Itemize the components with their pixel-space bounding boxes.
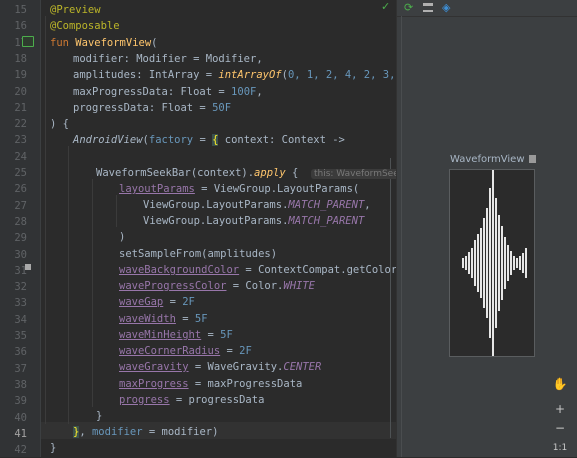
line-number: 41 (14, 427, 27, 440)
waveform-bar (522, 253, 524, 273)
gutter-separator (40, 0, 41, 457)
line-number: 40 (14, 411, 27, 424)
line-number: 37 (14, 362, 27, 375)
line-number: 33 (14, 297, 27, 310)
code-line-31: waveBackgroundColor = ContextCompat.getC… (119, 264, 423, 276)
waveform-bar (480, 228, 482, 298)
code-editor[interactable]: 15 16 17 18 19 20 21 22 23 24 25 26 27 28 29 30 31 32 33 34… (0, 0, 427, 457)
code-line-23: AndroidView(factory = { context: Context… (73, 134, 345, 146)
waveform-bar (486, 208, 488, 318)
code-line-34: waveWidth = 5F (119, 313, 208, 325)
code-line-25: WaveformSeekBar(context).apply { this: W… (96, 165, 423, 181)
line-number: 38 (14, 378, 27, 391)
indent-guide (116, 195, 117, 227)
waveform-bar (525, 248, 527, 278)
code-line-22: ) { (50, 118, 69, 130)
indent-guide (68, 146, 69, 424)
waveform-bar (513, 256, 515, 270)
code-line-17: fun WaveformView( (50, 37, 158, 49)
line-number: 30 (14, 248, 27, 261)
line-number: 16 (14, 20, 27, 33)
line-number: 21 (14, 101, 27, 114)
line-number: 36 (14, 346, 27, 359)
code-line-40: } (96, 410, 103, 422)
waveform-bar (468, 252, 470, 274)
code-line-32: waveProgressColor = Color.WHITE (119, 280, 315, 292)
code-line-29: ) (119, 231, 126, 243)
waveform-bar (489, 188, 491, 338)
line-number: 23 (14, 134, 27, 147)
line-number: 27 (14, 199, 27, 212)
hand-icon[interactable]: ✋ (549, 375, 571, 393)
component-icon[interactable] (528, 155, 536, 163)
code-line-16: @Composable (50, 20, 120, 32)
code-line-15: @Preview (50, 4, 101, 16)
code-line-38: maxProgress = maxProgressData (119, 378, 303, 390)
code-line-30: setSampleFrom(amplitudes) (119, 248, 278, 260)
run-preview-icon[interactable] (22, 36, 34, 47)
plus-icon[interactable]: + (549, 400, 571, 418)
waveform-bar (462, 258, 464, 268)
line-number: 15 (14, 4, 27, 16)
waveform-bar (483, 218, 485, 308)
indent-guide (92, 179, 93, 407)
editor-scroll-marker (390, 158, 391, 438)
waveform-bar (501, 226, 503, 300)
line-number: 28 (14, 215, 27, 228)
waveform-bar (519, 256, 521, 270)
line-number: 20 (14, 85, 27, 98)
preview-divider (401, 16, 402, 457)
layout-icon[interactable] (423, 3, 433, 12)
code-line-20: maxProgressData: Float = 100F, (73, 86, 263, 98)
code-line-42: } (50, 442, 57, 454)
code-line-37: waveGravity = WaveGravity.CENTER (119, 361, 322, 373)
indent-guide (45, 16, 46, 424)
waveform-bar (498, 215, 500, 311)
waveform-bar (474, 240, 476, 286)
code-line-28: ViewGroup.LayoutParams.MATCH_PARENT (143, 215, 365, 227)
code-line-26: layoutParams = ViewGroup.LayoutParams( (119, 183, 360, 195)
waveform-bar (477, 234, 479, 292)
line-number: 26 (14, 183, 27, 196)
waveform-bar (504, 237, 506, 289)
line-number: 34 (14, 313, 27, 326)
waveform-bar (465, 256, 467, 270)
refresh-icon[interactable]: ⟳ (404, 1, 413, 14)
line-number: 25 (14, 167, 27, 179)
code-line-18: modifier: Modifier = Modifier, (73, 53, 263, 65)
preview-title: WaveformView (450, 154, 536, 165)
code-line-27: ViewGroup.LayoutParams.MATCH_PARENT, (143, 199, 371, 211)
code-line-36: waveCornerRadius = 2F (119, 345, 252, 357)
checkmark-icon: ✓ (381, 0, 391, 13)
color-swatch-icon[interactable] (25, 264, 31, 270)
line-number: 31 (14, 264, 27, 277)
line-number: 32 (14, 281, 27, 294)
line-number: 42 (14, 444, 27, 457)
minus-icon[interactable]: − (549, 419, 571, 437)
waveform-bar (516, 258, 518, 268)
line-number: 22 (14, 118, 27, 131)
line-number: 35 (14, 330, 27, 342)
code-line-21: progressData: Float = 50F (73, 102, 232, 114)
line-number: 29 (14, 232, 27, 245)
code-line-39: progress = progressData (119, 394, 265, 406)
waveform-bar (510, 251, 512, 275)
preview-toolbar: ⟳ ◈ (397, 0, 577, 17)
waveform-bar (492, 170, 494, 356)
zoom-fit-button[interactable]: 1:1 (549, 439, 571, 457)
line-number: 24 (14, 150, 27, 163)
line-number: 39 (14, 395, 27, 408)
waveform-bar (495, 198, 497, 328)
code-line-19: amplitudes: IntArray = intArrayOf(0, 1, … (73, 69, 428, 81)
waveform-preview[interactable] (449, 169, 535, 357)
preview-pane: ⟳ ◈ WaveformView ✋ + − 1:1 (396, 0, 577, 457)
code-line-35: waveMinHeight = 5F (119, 329, 233, 341)
line-number: 19 (14, 69, 27, 82)
waveform-bar (507, 245, 509, 281)
code-line-33: waveGap = 2F (119, 296, 195, 308)
line-number: 18 (14, 52, 27, 65)
waveform-bar (471, 248, 473, 278)
code-line-41: }, modifier = modifier) (73, 426, 219, 438)
layers-icon[interactable]: ◈ (442, 1, 450, 14)
